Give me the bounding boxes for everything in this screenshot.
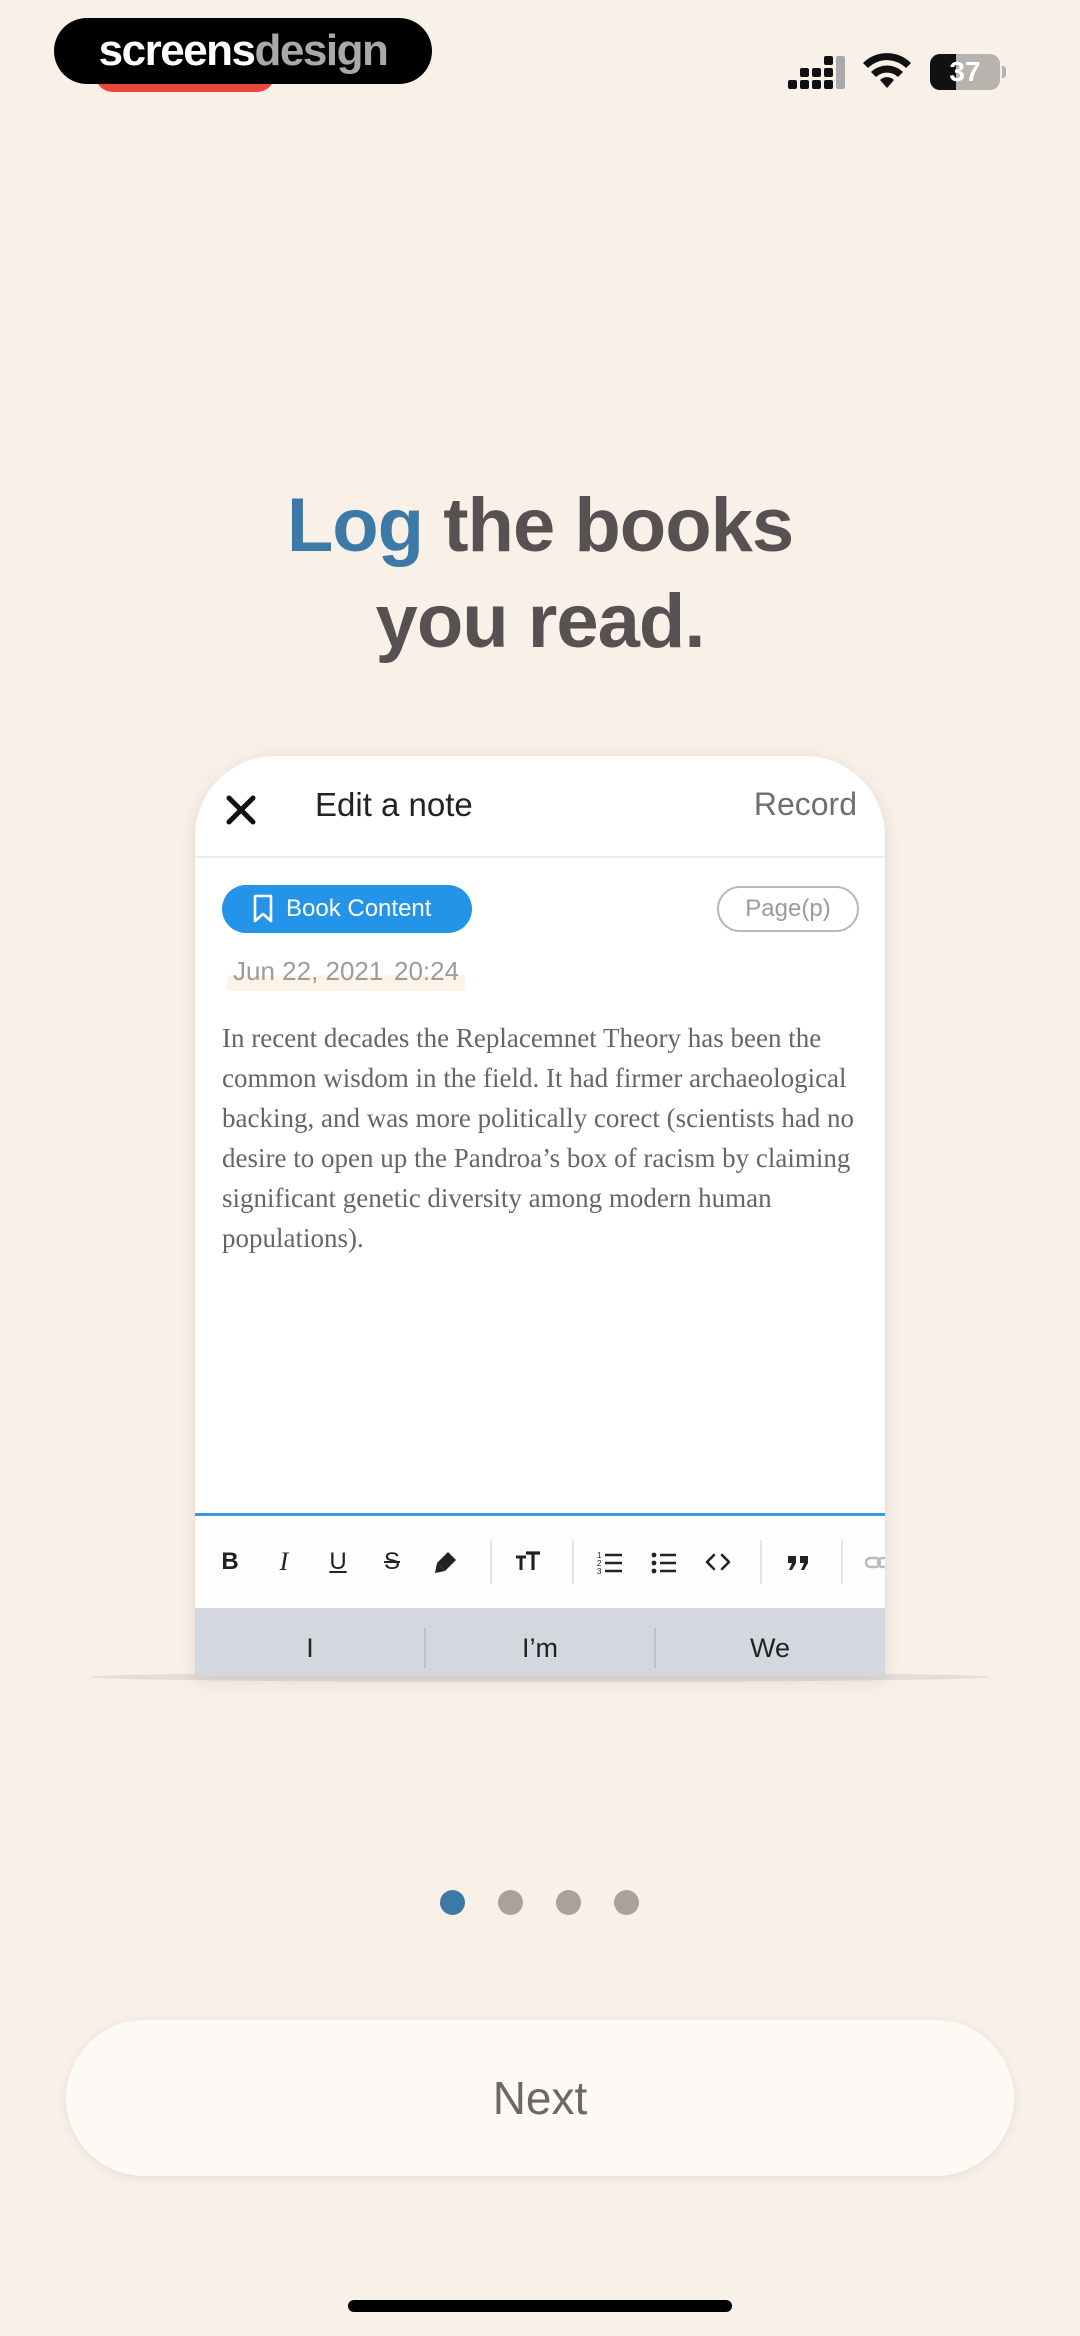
formatting-toolbar: B I U S 1 2 3 — [195, 1516, 885, 1608]
page-dot[interactable] — [498, 1890, 523, 1915]
suggestion-item[interactable]: I — [195, 1608, 425, 1676]
note-editor-header: Edit a note Record — [195, 756, 885, 858]
text-size-icon — [516, 1551, 540, 1570]
note-editor-mockup: Edit a note Record Book Content Page(p) … — [195, 756, 885, 1676]
svg-text:3: 3 — [597, 1567, 602, 1576]
wifi-icon — [863, 53, 911, 88]
headline-line1: the books — [423, 483, 794, 568]
onboarding-headline: Log the books you read. — [0, 478, 1080, 670]
code-icon — [705, 1553, 731, 1571]
strikethrough-button[interactable]: S — [372, 1544, 412, 1580]
page-dot[interactable] — [440, 1890, 465, 1915]
quote-button[interactable] — [778, 1544, 818, 1580]
watermark-text-secondary: design — [254, 26, 389, 75]
page-dot[interactable] — [614, 1890, 639, 1915]
bookmark-icon — [253, 894, 273, 923]
record-button[interactable]: Record — [754, 786, 857, 823]
battery-percentage: 37 — [949, 56, 981, 87]
keyboard-suggestion-bar: I I’m We — [195, 1608, 885, 1676]
italic-button[interactable]: I — [264, 1544, 304, 1580]
code-button[interactable] — [698, 1544, 738, 1580]
link-button[interactable] — [859, 1544, 885, 1580]
watermark-logo: screens design — [54, 18, 432, 84]
highlight-button[interactable] — [426, 1544, 466, 1580]
home-indicator — [348, 2300, 732, 2312]
page-button[interactable]: Page(p) — [717, 886, 859, 932]
close-icon[interactable] — [225, 794, 257, 826]
highlighter-icon — [435, 1552, 456, 1573]
page-indicator — [0, 1890, 1080, 1916]
note-editor-title: Edit a note — [315, 786, 473, 823]
page-dot[interactable] — [556, 1890, 581, 1915]
book-content-button[interactable]: Book Content — [222, 885, 472, 933]
numbered-list-icon: 1 2 3 — [597, 1551, 622, 1576]
battery-icon: 37 — [930, 52, 1006, 92]
text-size-button[interactable] — [508, 1544, 548, 1580]
bullet-list-icon — [651, 1552, 676, 1574]
link-icon — [865, 1556, 885, 1569]
bold-button[interactable]: B — [210, 1544, 250, 1580]
bullet-list-button[interactable] — [644, 1544, 684, 1580]
next-button[interactable]: Next — [66, 2020, 1014, 2176]
underline-button[interactable]: U — [318, 1544, 358, 1580]
headline-accent-word: Log — [286, 483, 424, 568]
note-date: Jun 22, 2021 — [227, 952, 390, 991]
note-time: 20:24 — [388, 952, 466, 991]
numbered-list-button[interactable]: 1 2 3 — [590, 1544, 630, 1580]
headline-line2: you read. — [375, 579, 706, 664]
watermark-text-primary: screens — [98, 26, 256, 75]
suggestion-item[interactable]: I’m — [425, 1608, 655, 1676]
quote-icon — [788, 1556, 808, 1570]
status-bar: screens design 37 — [0, 0, 1080, 110]
book-content-label: Book Content — [286, 895, 432, 922]
cellular-signal-icon — [788, 56, 845, 89]
note-text-area[interactable]: In recent decades the Replacemnet Theory… — [222, 1018, 862, 1258]
suggestion-item[interactable]: We — [655, 1608, 885, 1676]
